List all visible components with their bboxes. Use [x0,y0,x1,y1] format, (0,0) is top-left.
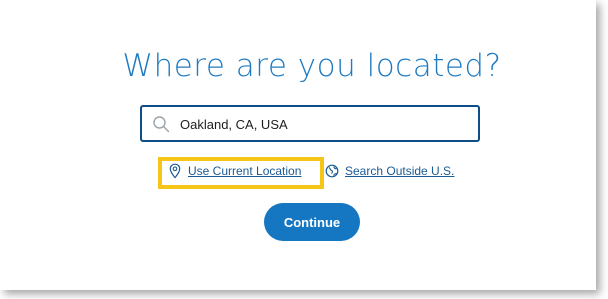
location-panel: Where are you located? Use Current Locat… [0,0,596,290]
continue-button[interactable]: Continue [264,203,360,241]
location-search-box[interactable] [140,105,480,142]
search-outside-us-link[interactable]: Search Outside U.S. [325,163,454,179]
use-current-location-label: Use Current Location [188,164,302,178]
location-input[interactable] [180,112,470,136]
page: Where are you located? Use Current Locat… [0,0,608,299]
search-icon [153,116,170,133]
use-current-location-link[interactable]: Use Current Location [168,163,301,179]
page-title: Where are you located? [122,48,502,84]
location-pin-icon [169,163,181,179]
globe-icon [325,164,339,178]
search-outside-us-label: Search Outside U.S. [345,164,455,178]
